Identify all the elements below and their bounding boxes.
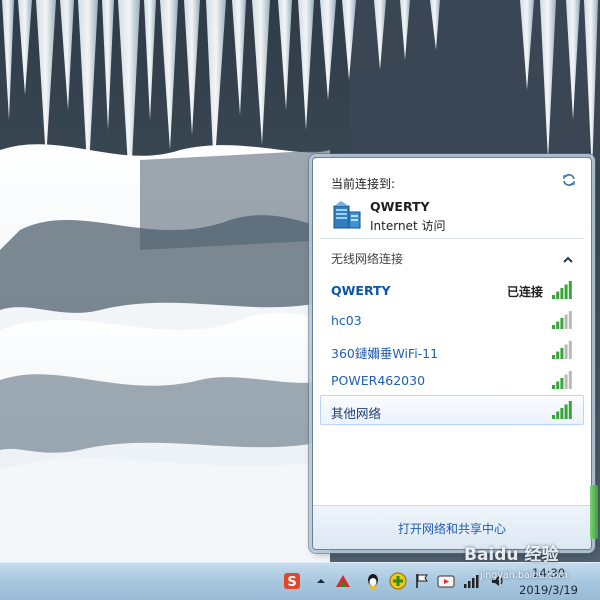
network-name: POWER462030 — [331, 373, 426, 388]
watermark-main-text: Baidu 经验 — [464, 545, 559, 565]
signal-bar — [564, 344, 568, 359]
current-connection-panel: 当前连接到: QWERTY Internet 访问 — [313, 158, 591, 236]
network-item-hc03[interactable]: hc03 — [320, 305, 584, 335]
network-name: QWERTY — [331, 283, 391, 298]
signal-bar — [552, 415, 555, 419]
wireless-section-header[interactable]: 无线网络连接 — [313, 246, 591, 268]
watermark-sub-text: jingyan.baidu.com — [480, 570, 568, 581]
current-connection-label: 当前连接到: — [331, 177, 396, 191]
connection-name: QWERTY — [370, 199, 430, 214]
qq-icon[interactable] — [364, 572, 382, 590]
signal-bar — [552, 355, 555, 359]
signal-strength-icon — [551, 280, 573, 300]
baidu-watermark: Baidu 经验 jingyan.baidu.com — [460, 532, 590, 592]
signal-bar — [552, 325, 555, 329]
wireless-section-title: 无线网络连接 — [331, 252, 404, 266]
antivirus-icon[interactable] — [334, 572, 352, 590]
signal-bar — [568, 311, 572, 329]
signal-bar — [560, 288, 564, 299]
network-name: hc03 — [331, 313, 362, 328]
signal-strength-icon — [551, 340, 573, 360]
chevron-up-icon[interactable] — [563, 253, 573, 263]
network-name: 其他网络 — [331, 406, 382, 421]
signal-bar — [564, 404, 568, 419]
signal-bar — [568, 401, 572, 419]
refresh-icon[interactable] — [561, 172, 577, 188]
signal-bar — [560, 378, 564, 389]
sogou-input-icon[interactable]: S — [283, 572, 301, 590]
signal-bar — [556, 291, 560, 299]
signal-bar — [564, 284, 568, 299]
network-connection-icon — [331, 198, 363, 230]
plus-app-icon[interactable] — [389, 572, 407, 590]
side-resize-grip[interactable] — [590, 485, 598, 539]
network-item-power462030[interactable]: POWER462030 — [320, 365, 584, 395]
network-item-other[interactable]: 其他网络 — [320, 395, 584, 425]
signal-bar — [560, 318, 564, 329]
signal-strength-icon — [551, 310, 573, 330]
signal-bar — [560, 408, 564, 419]
signal-strength-icon — [551, 400, 573, 420]
network-list: QWERTY 已连接 hc03 360鏈嬭垂WiFi-11 POWER46203… — [320, 275, 584, 425]
signal-bar — [568, 281, 572, 299]
divider — [321, 238, 583, 239]
signal-strength-icon — [551, 370, 573, 390]
network-flyout: 当前连接到: QWERTY Internet 访问 无线网络连接 QWERTY … — [312, 157, 592, 550]
connection-access-status: Internet 访问 — [370, 219, 446, 233]
signal-bar — [556, 351, 560, 359]
network-item-360-wifi[interactable]: 360鏈嬭垂WiFi-11 — [320, 335, 584, 365]
signal-bar — [560, 348, 564, 359]
signal-bar — [568, 341, 572, 359]
show-hidden-icons-arrow-icon[interactable] — [312, 572, 330, 590]
network-item-qwerty[interactable]: QWERTY 已连接 — [320, 275, 584, 305]
signal-bar — [552, 385, 555, 389]
connected-status: 已连接 — [506, 285, 543, 299]
video-app-icon[interactable] — [437, 572, 455, 590]
signal-bar — [556, 411, 560, 419]
network-name: 360鏈嬭垂WiFi-11 — [331, 346, 439, 361]
signal-bar — [556, 321, 560, 329]
signal-bar — [564, 314, 568, 329]
signal-bar — [564, 374, 568, 389]
signal-bar — [568, 371, 572, 389]
signal-bar — [552, 295, 555, 299]
signal-bar — [556, 381, 560, 389]
action-center-flag-icon[interactable] — [413, 572, 431, 590]
svg-text:S: S — [287, 575, 296, 590]
